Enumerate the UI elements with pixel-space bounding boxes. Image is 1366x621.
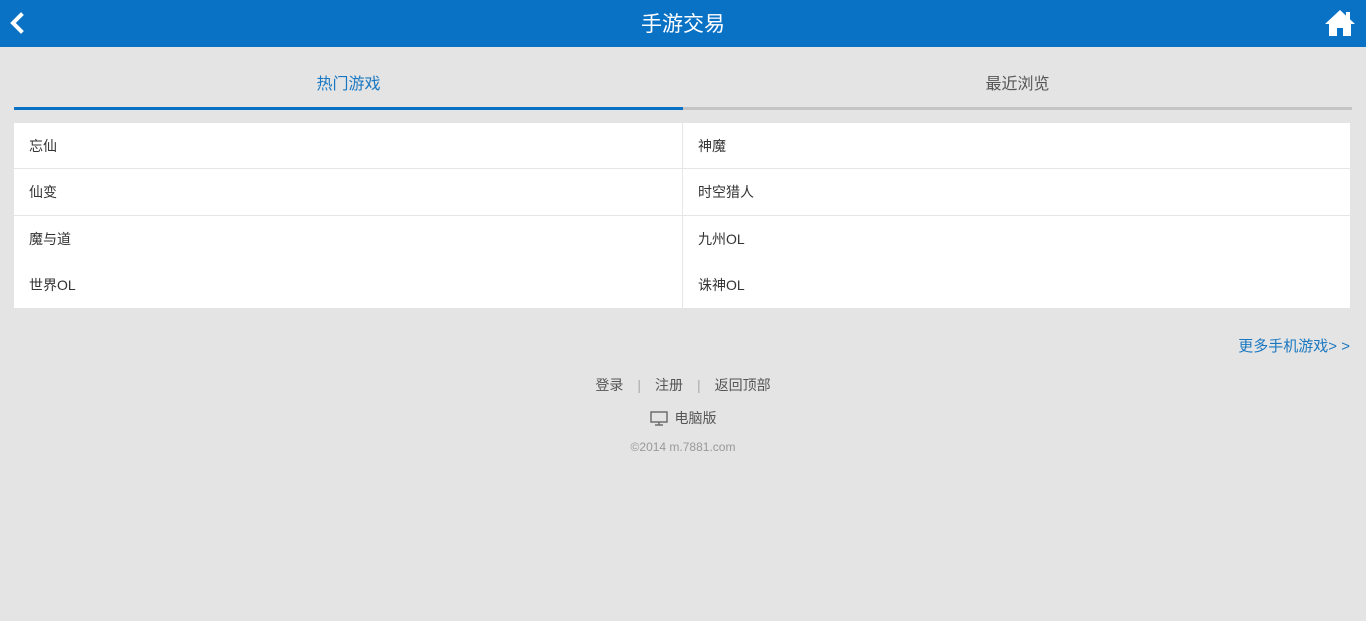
game-item[interactable]: 时空猎人	[683, 169, 1350, 215]
game-item[interactable]: 神魔	[683, 123, 1350, 169]
monitor-icon	[649, 411, 668, 426]
game-item[interactable]: 诛神OL	[683, 262, 1350, 308]
separator: |	[697, 377, 701, 393]
footer-links: 登录 | 注册 | 返回顶部	[0, 375, 1366, 395]
register-link[interactable]: 注册	[655, 377, 683, 393]
page-title: 手游交易	[641, 13, 725, 36]
copyright-text: ©2014 m.7881.com	[630, 440, 736, 454]
more-mobile-games-link[interactable]: 更多手机游戏> >	[1238, 335, 1350, 356]
home-button[interactable]	[1324, 9, 1356, 37]
pc-version-label: 电脑版	[674, 410, 717, 426]
game-item[interactable]: 忘仙	[14, 123, 682, 169]
login-link[interactable]: 登录	[595, 377, 623, 393]
pc-version-link[interactable]: 电脑版	[649, 408, 717, 428]
game-item[interactable]: 仙变	[14, 169, 682, 215]
separator: |	[637, 377, 641, 393]
tab-bar: 热门游戏 最近浏览	[14, 58, 1352, 110]
game-item[interactable]: 魔与道	[14, 216, 682, 262]
tab-recently-viewed[interactable]: 最近浏览	[683, 58, 1352, 110]
home-icon	[1325, 10, 1355, 36]
pc-version-row: 电脑版	[0, 408, 1366, 428]
tab-hot-games[interactable]: 热门游戏	[14, 58, 683, 110]
game-list: 忘仙 仙变 魔与道 世界OL 神魔 时空猎人 九州OL 诛神OL	[14, 123, 1350, 308]
game-item[interactable]: 世界OL	[14, 262, 682, 308]
game-item[interactable]: 九州OL	[683, 216, 1350, 262]
back-to-top-link[interactable]: 返回顶部	[715, 377, 771, 393]
header-bar: 手游交易	[0, 0, 1366, 47]
